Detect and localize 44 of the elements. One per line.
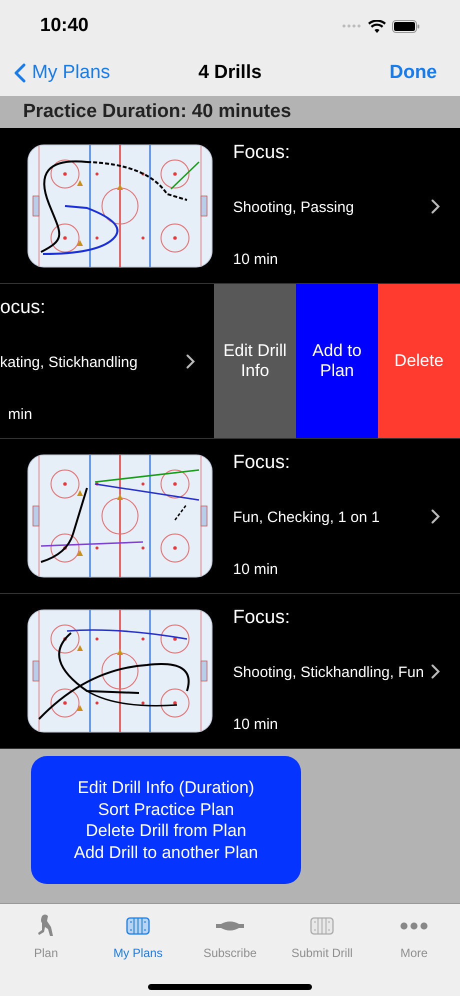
- focus-label: Focus:: [233, 451, 292, 475]
- drill-row[interactable]: Focus: Shooting, Passing 10 min: [0, 129, 460, 284]
- tab-button[interactable]: Plan: [0, 913, 92, 962]
- focus-text: Shooting, Passing: [233, 198, 355, 218]
- help-line: Add Drill to another Plan: [74, 842, 258, 863]
- focus-text: Fun, Checking, 1 on 1: [233, 508, 381, 528]
- battery-icon: [392, 20, 420, 32]
- help-line: Delete Drill from Plan: [86, 820, 246, 842]
- chevron-right-icon: [431, 664, 440, 678]
- duration-text: 10 min: [233, 714, 280, 734]
- focus-label: Focus:: [233, 141, 292, 165]
- nav-title: 4 Drills: [198, 60, 262, 85]
- duration-text: 10 min: [233, 250, 280, 270]
- chevron-right-icon: [431, 198, 440, 214]
- help-line: Sort Practice Plan: [98, 798, 234, 820]
- duration-text: 10 min: [233, 560, 280, 580]
- focus-label: ocus:: [0, 296, 46, 320]
- add-action-button[interactable]: Add to Plan: [296, 284, 378, 438]
- wifi-icon: [368, 20, 386, 32]
- tab-button[interactable]: Subscribe: [184, 913, 276, 962]
- tab-button[interactable]: My Plans: [92, 913, 184, 962]
- done-button[interactable]: Done: [390, 58, 446, 88]
- back-link[interactable]: My Plans: [14, 58, 110, 88]
- drill-row[interactable]: ocus: kating, Stickhandling min Edit Drill Info Add to Plan Delete: [0, 284, 460, 439]
- drill-row[interactable]: Focus: Fun, Checking, 1 on 1 10 min: [0, 439, 460, 594]
- signal-icon: [342, 24, 362, 28]
- edit-action-button[interactable]: Edit Drill Info: [214, 284, 296, 438]
- focus-text: kating, Stickhandling: [0, 353, 139, 373]
- more-icon: [400, 922, 428, 930]
- puck-icon: [214, 919, 246, 933]
- chevron-right-icon: [186, 354, 195, 368]
- rink-icon: [126, 917, 150, 935]
- tab-button[interactable]: Submit Drill: [276, 913, 368, 962]
- focus-label: Focus:: [233, 606, 292, 630]
- chevron-right-icon: [431, 508, 440, 524]
- delete-action-button[interactable]: Delete: [378, 284, 460, 438]
- help-line: Edit Drill Info (Duration): [78, 777, 254, 798]
- rink-icon: [310, 917, 334, 935]
- duration-text: min: [7, 404, 34, 424]
- status-time: 10:40: [40, 14, 89, 38]
- drill-row[interactable]: Focus: Shooting, Stickhandling, Fun 10 min: [0, 594, 460, 749]
- focus-text: Shooting, Stickhandling, Fun: [233, 663, 425, 683]
- tab-button[interactable]: More: [368, 913, 460, 962]
- back-chevron-icon: [14, 63, 26, 83]
